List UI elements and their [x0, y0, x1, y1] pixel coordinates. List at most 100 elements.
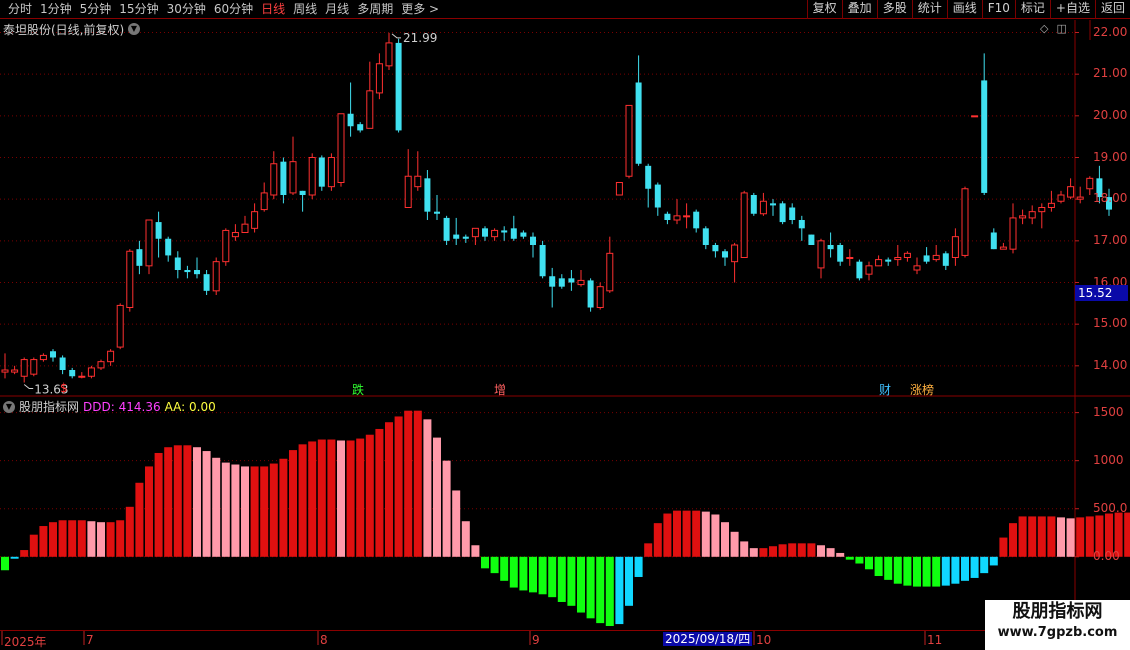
candle-body [357, 124, 364, 131]
indicator-bar [941, 556, 950, 586]
kline-chart[interactable]: 21.9913.63 [0, 0, 1130, 650]
candle-body [990, 232, 997, 250]
price-tick-label: 17.00 [1093, 232, 1128, 247]
candle-body [827, 245, 834, 250]
indicator-bar [58, 520, 67, 557]
indicator-bar [1009, 523, 1017, 557]
indicator-bar [711, 514, 720, 557]
candle-body [59, 357, 66, 370]
indicator-bar [625, 556, 633, 606]
indicator-tick-label: 1500 [1093, 404, 1124, 419]
candle-body [981, 80, 988, 193]
candle-body [683, 215, 691, 218]
date-tick-label: 10 [756, 633, 772, 647]
date-tick-label: 8 [320, 633, 328, 647]
price-tick-label: 21.00 [1093, 66, 1128, 81]
price-tick-label: 22.00 [1093, 24, 1128, 39]
window-icon[interactable]: ◫ [1056, 22, 1066, 35]
price-tick-label: 20.00 [1093, 107, 1128, 122]
indicator-bar [173, 445, 182, 557]
indicator-bar [77, 520, 86, 557]
event-tag[interactable]: 跌 [352, 381, 364, 398]
candle-body [1028, 211, 1036, 219]
indicator-bar [346, 440, 355, 557]
candle-body [462, 236, 469, 239]
candle-body [1076, 196, 1084, 200]
indicator-bar [68, 520, 77, 557]
candle-body [520, 232, 527, 237]
price-tick-label: 18.00 [1093, 191, 1128, 206]
candle-body [961, 188, 969, 256]
candle-body [654, 184, 661, 208]
indicator-bar [269, 463, 278, 557]
stock-title: 泰坦股份(日线,前复权) [3, 23, 125, 37]
indicator-bar [433, 437, 441, 557]
indicator-bar [260, 466, 269, 557]
indicator-bar [692, 510, 701, 557]
candle-body [1067, 186, 1075, 198]
price-tick-label: 19.00 [1093, 149, 1128, 164]
event-tag[interactable]: 涨榜 [910, 381, 934, 398]
candle-body [136, 249, 143, 266]
indicator-name[interactable]: 股朋指标网 [19, 398, 79, 415]
candle-body [568, 278, 575, 283]
candle-body [596, 286, 604, 308]
indicator-bar [557, 556, 566, 602]
indicator-bar [231, 464, 240, 557]
indicator-bar [884, 556, 893, 580]
chevron-down-icon[interactable]: ▼ [128, 23, 140, 35]
candle-body [69, 370, 76, 377]
indicator-bar [548, 556, 557, 598]
indicator-bar [519, 556, 528, 591]
indicator-bar [989, 556, 998, 566]
indicator-bar [577, 556, 585, 613]
candle-body [577, 279, 585, 286]
candle-body [913, 265, 921, 271]
indicator-bar [423, 419, 432, 557]
indicator-bar [279, 458, 288, 557]
indicator-bar [193, 447, 201, 557]
candle-body [443, 217, 450, 241]
candle-body [11, 369, 19, 373]
indicator-bar [442, 460, 451, 557]
candle-body [885, 259, 892, 262]
indicator-bar [39, 526, 48, 557]
candle-body [184, 270, 191, 273]
candle-body [203, 274, 210, 291]
candle-body [1086, 177, 1094, 190]
candle-body [789, 207, 796, 220]
indicator-bar [1076, 517, 1085, 557]
candle-body [999, 246, 1007, 250]
indicator-bar [356, 438, 365, 557]
event-tag[interactable]: 增 [494, 381, 506, 398]
candle-body [587, 280, 594, 308]
indicator-bar [874, 556, 883, 577]
candle-body [779, 203, 786, 223]
candle-body [942, 253, 949, 266]
indicator-bar [961, 556, 969, 581]
event-tag[interactable]: 财 [879, 381, 891, 398]
aa-value: AA: 0.00 [164, 399, 216, 414]
candle-body [222, 229, 230, 263]
indicator-bar [586, 556, 595, 619]
candle-body [615, 182, 623, 196]
candle-body [808, 234, 815, 245]
diamond-icon[interactable]: ◇ [1040, 22, 1048, 35]
candle-body [606, 252, 614, 292]
indicator-bar [653, 523, 662, 557]
candle-body [260, 192, 268, 211]
candle-body [932, 254, 940, 261]
event-tag[interactable]: $ [60, 381, 68, 395]
indicator-bar [769, 546, 777, 557]
indicator-bar [452, 490, 461, 557]
indicator-bar [87, 521, 96, 557]
candle-body [241, 223, 249, 234]
indicator-bar [865, 556, 873, 570]
chevron-down-icon[interactable]: ▼ [3, 400, 15, 413]
candle-body [894, 257, 902, 261]
indicator-bar [289, 450, 297, 557]
candle-body [731, 244, 739, 263]
indicator-bar [183, 445, 192, 557]
candle-body [770, 203, 776, 206]
indicator-bar [845, 556, 854, 560]
